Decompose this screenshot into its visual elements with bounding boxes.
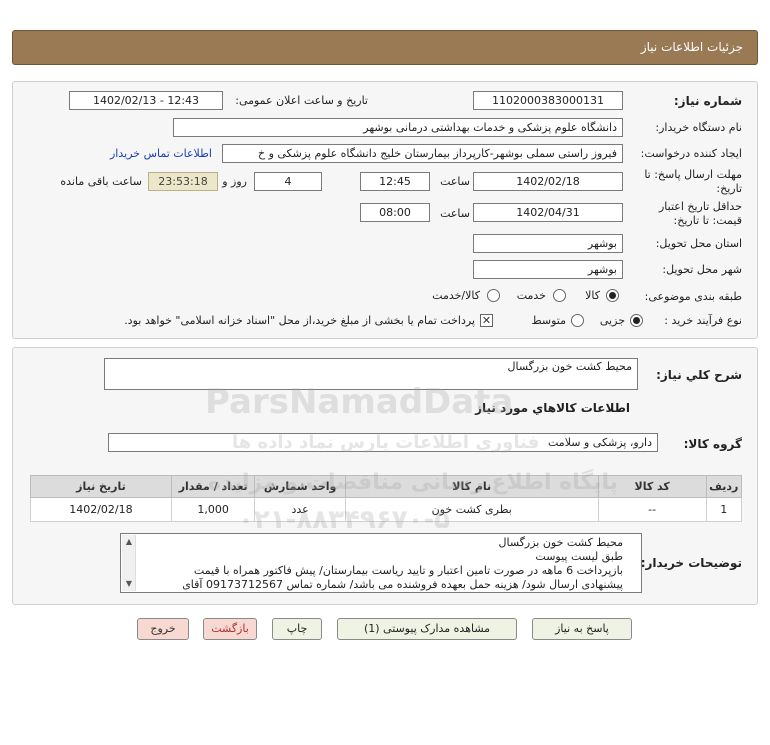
- col-name: نام کالا: [344, 475, 599, 498]
- category-radio-goods[interactable]: [606, 289, 619, 302]
- category-option-goods: کالا: [585, 289, 600, 302]
- goods-group-field: دارو، پزشکی و سلامت: [108, 433, 658, 452]
- cell-name: بطری کشت خون: [344, 497, 599, 522]
- province-field: بوشهر: [473, 234, 623, 253]
- buyer-notes-line: محیط کشت خون بزرگسال: [498, 536, 624, 549]
- treasury-payment-note: پرداخت تمام یا بخشی از مبلغ خرید،از محل …: [124, 314, 475, 327]
- validity-label: حداقل تاریخ اعتبار: [658, 200, 742, 213]
- buyer-notes-line: بازپرداخت 6 ماهه در صورت تامین اعتبار و …: [193, 564, 623, 577]
- exit-button[interactable]: خروج: [137, 618, 189, 640]
- remaining-label: ساعت باقی مانده: [60, 175, 142, 188]
- deadline-date-field: 1402/02/18: [473, 172, 623, 191]
- buyer-org-label: نام دستگاه خریدار:: [655, 121, 742, 134]
- days-remaining-field: 4: [254, 172, 322, 191]
- city-label: شهر محل تحویل:: [662, 263, 742, 276]
- need-number-label: شماره نیاز:: [673, 94, 742, 108]
- purchase-type-label: نوع فرآیند خرید :: [664, 314, 742, 327]
- deadline-label-2: تاریخ:: [716, 182, 742, 195]
- cell-qty: 1,000: [170, 497, 256, 522]
- summary-field: محیط کشت خون بزرگسال: [104, 358, 638, 390]
- cell-row: 1: [705, 497, 743, 522]
- reply-button[interactable]: پاسخ به نیاز: [532, 618, 632, 640]
- category-label: طبقه بندی موضوعی:: [644, 290, 742, 303]
- deadline-time-field: 12:45: [360, 172, 430, 191]
- purchase-option-minor: جزیی: [599, 314, 625, 327]
- announce-label: تاریخ و ساعت اعلان عمومی:: [235, 94, 368, 107]
- buyer-notes-label: توضیحات خریدار:: [640, 556, 742, 570]
- goods-table: ردیف کد کالا نام کالا واحد شمارش تعداد /…: [30, 475, 743, 522]
- category-radio-goods-service[interactable]: [487, 289, 500, 302]
- cell-date: 1402/02/18: [30, 497, 172, 522]
- table-row: 1 -- بطری کشت خون عدد 1,000 1402/02/18: [30, 497, 743, 522]
- treasury-payment-checkbox[interactable]: ✕: [480, 314, 493, 327]
- creator-field: فیروز راستی سملی بوشهر-کارپرداز بیمارستا…: [222, 144, 623, 163]
- province-label: استان محل تحویل:: [655, 237, 742, 250]
- announce-datetime-field: 1402/02/13 - 12:43: [69, 91, 223, 110]
- deadline-time-label: ساعت: [440, 175, 470, 188]
- city-field: بوشهر: [473, 260, 623, 279]
- goods-group-label: گروه کالا:: [683, 437, 742, 451]
- cell-code: --: [597, 497, 707, 522]
- remaining-time-field: 23:53:18: [148, 172, 218, 191]
- need-number-field: 1102000383000131: [473, 91, 623, 110]
- creator-label: ایجاد کننده درخواست:: [640, 147, 742, 160]
- validity-label-2: قیمت: تا تاریخ:: [673, 214, 742, 227]
- col-unit: واحد شمارش: [254, 475, 346, 498]
- category-option-goods-service: کالا/خدمت: [432, 289, 480, 302]
- print-button[interactable]: چاپ: [272, 618, 322, 640]
- deadline-label: مهلت ارسال پاسخ: تا: [644, 168, 742, 181]
- notes-scrollbar[interactable]: ▲ ▼: [122, 535, 136, 591]
- col-date: تاریخ نیاز: [30, 475, 172, 498]
- contact-buyer-link[interactable]: اطلاعات تماس خریدار: [110, 147, 212, 160]
- purchase-radio-minor[interactable]: [630, 314, 643, 327]
- buyer-notes-line: طبق لیست پیوست: [535, 550, 623, 563]
- cell-unit: عدد: [254, 497, 346, 522]
- col-row: ردیف: [705, 475, 743, 498]
- page-title: جزئیات اطلاعات نیاز: [640, 40, 743, 54]
- col-qty: تعداد / مقدار: [170, 475, 256, 498]
- validity-date-field: 1402/04/31: [473, 203, 623, 222]
- scroll-down-icon[interactable]: ▼: [122, 577, 136, 591]
- category-radio-service[interactable]: [553, 289, 566, 302]
- page-header: جزئیات اطلاعات نیاز: [12, 30, 758, 65]
- buyer-org-field: دانشگاه علوم پزشکی و خدمات بهداشتی درمان…: [173, 118, 623, 137]
- category-option-service: خدمت: [516, 289, 546, 302]
- buyer-notes-line: پیشنهادی ارسال شود/ هزینه حمل بعهده فروش…: [182, 578, 623, 591]
- scroll-up-icon[interactable]: ▲: [122, 535, 136, 549]
- back-button[interactable]: بازگشت: [203, 618, 257, 640]
- buyer-notes-box[interactable]: محیط کشت خون بزرگسال طبق لیست پیوست بازپ…: [120, 533, 642, 593]
- summary-label: شرح کلي نياز:: [656, 368, 742, 382]
- days-label: روز و: [222, 175, 247, 188]
- col-code: کد کالا: [597, 475, 707, 498]
- goods-info-title: اطلاعات کالاهاي مورد نياز: [475, 401, 630, 415]
- validity-time-field: 08:00: [360, 203, 430, 222]
- validity-time-label: ساعت: [440, 207, 470, 220]
- summary-text: محیط کشت خون بزرگسال: [507, 360, 633, 373]
- purchase-radio-medium[interactable]: [571, 314, 584, 327]
- attachments-button[interactable]: مشاهده مدارک پیوستی (1): [337, 618, 517, 640]
- purchase-option-medium: متوسط: [531, 314, 566, 327]
- goods-table-header: ردیف کد کالا نام کالا واحد شمارش تعداد /…: [30, 475, 743, 498]
